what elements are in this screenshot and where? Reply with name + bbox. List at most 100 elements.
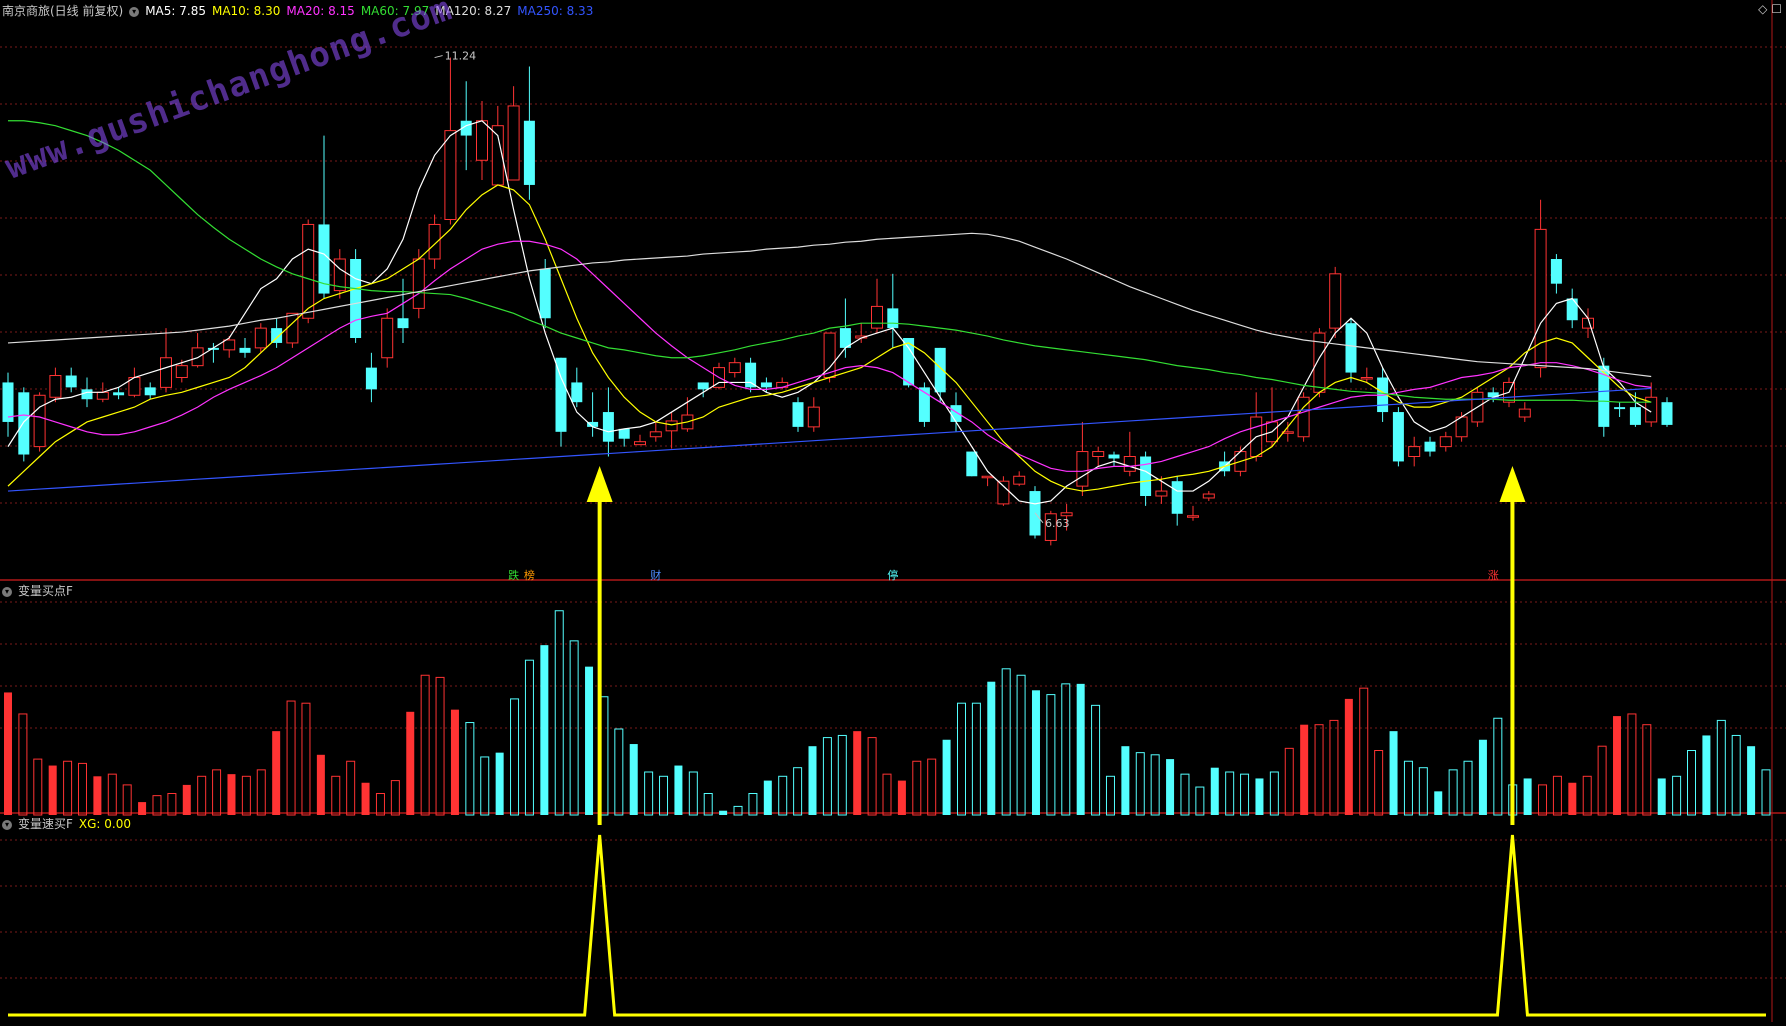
volume-bar xyxy=(435,676,445,816)
volume-bar xyxy=(1747,746,1756,815)
ma-line-ma5 xyxy=(7,120,1652,505)
candle-body xyxy=(175,365,188,378)
main-panel-header: 南京商旅(日线 前复权) ▾ MA5: 7.85 MA10: 8.30 MA20: 8.… xyxy=(2,2,605,20)
volume-bar xyxy=(346,760,356,816)
candle-body xyxy=(1123,456,1136,472)
volume-bar xyxy=(167,793,177,816)
candle-body xyxy=(412,258,425,309)
candle-body xyxy=(144,387,156,396)
volume-bar xyxy=(822,737,832,816)
candle-body xyxy=(81,389,93,400)
volume-bar xyxy=(1105,775,1115,816)
volume-bar xyxy=(1672,775,1682,816)
volume-bar xyxy=(674,765,683,815)
volume-bar xyxy=(688,771,698,816)
candle-body xyxy=(871,305,883,329)
volume-bar xyxy=(138,802,147,815)
volume-bar xyxy=(4,692,12,815)
candle-body xyxy=(602,412,614,442)
candle-body xyxy=(697,382,709,390)
volume-bar xyxy=(1568,782,1577,815)
volume-bar xyxy=(927,758,937,816)
volume-bar xyxy=(1329,719,1339,816)
volume-bar xyxy=(152,795,162,816)
volume-bar xyxy=(197,775,207,816)
volume-bar xyxy=(1210,767,1219,815)
volume-bar xyxy=(122,784,132,816)
volume-bar xyxy=(1121,746,1130,815)
volume-bar xyxy=(1702,735,1711,815)
volume-bar xyxy=(1269,771,1279,816)
candle-body xyxy=(649,431,662,438)
volume-bar xyxy=(406,711,415,815)
volume-bar xyxy=(853,731,862,815)
stock-chart-canvas[interactable]: 11.24 6.63 跌榜 财 停 涨 xyxy=(0,0,1786,1025)
volume-bar xyxy=(375,793,385,816)
candle-body xyxy=(1566,298,1578,321)
panel2-title: 变量买点F xyxy=(18,584,73,598)
volume-bar xyxy=(1374,750,1384,816)
panel3-header: ▾ 变量速买F XG: 0.00 xyxy=(2,815,137,833)
volume-bar xyxy=(1091,704,1101,816)
volume-bar xyxy=(1731,734,1741,816)
candle-body xyxy=(1060,512,1073,517)
volume-bar xyxy=(77,762,87,816)
ma-legend-item-2: MA20: 8.15 xyxy=(286,4,355,18)
candle-body xyxy=(634,441,646,446)
volume-bar xyxy=(107,773,117,816)
panel2-toggle-icon[interactable]: ▾ xyxy=(2,586,12,597)
volume-bar xyxy=(480,756,490,816)
diamond-icon[interactable]: ◇ xyxy=(1758,2,1767,16)
candle-body xyxy=(191,347,204,367)
volume-bar xyxy=(1135,752,1145,816)
volume-bar xyxy=(629,744,638,815)
volume-bar xyxy=(1657,778,1666,815)
candle-body xyxy=(397,318,409,329)
candle-body xyxy=(33,394,46,448)
panel3-value: XG: 0.00 xyxy=(78,817,132,831)
square-icon[interactable]: ☐ xyxy=(1771,2,1782,16)
volume-bar xyxy=(212,769,222,816)
volume-bar xyxy=(1150,754,1160,816)
candle-body xyxy=(350,259,362,338)
volume-bar xyxy=(956,702,966,816)
candle-body xyxy=(665,420,678,432)
event-label: 榜 xyxy=(524,568,535,582)
volume-bar xyxy=(614,728,624,816)
volume-bar xyxy=(1582,775,1592,816)
candle-body xyxy=(950,405,962,422)
candle-body xyxy=(523,120,535,185)
volume-bar xyxy=(793,767,803,816)
volume-bar xyxy=(524,659,534,816)
volume-bar xyxy=(942,739,951,815)
volume-bar xyxy=(510,698,520,816)
volume-bar xyxy=(1180,773,1190,816)
price-annotation: 6.63 xyxy=(1045,517,1070,530)
settings-toggle-icon[interactable]: ▾ xyxy=(129,6,140,17)
volume-bar xyxy=(93,776,102,815)
event-label: 财 xyxy=(650,568,661,582)
volume-bar xyxy=(1016,674,1026,816)
volume-bar xyxy=(1046,694,1056,816)
candle-body xyxy=(1424,441,1436,452)
panel3-toggle-icon[interactable]: ▾ xyxy=(2,819,12,830)
volume-bar xyxy=(182,784,191,815)
ma-legend-item-5: MA250: 8.33 xyxy=(517,4,594,18)
candle-body xyxy=(807,406,820,428)
chart-stage[interactable]: 11.24 6.63 跌榜 财 停 涨 南京商旅(日线 前复权) ▾ MA5: 7.85 MA1… xyxy=(0,0,1786,1025)
volume-bar xyxy=(18,713,28,816)
volume-bar xyxy=(390,780,400,816)
volume-bar xyxy=(1389,731,1398,815)
volume-bar xyxy=(540,645,549,815)
volume-bar xyxy=(897,780,906,815)
candle-body xyxy=(381,317,394,359)
volume-bar xyxy=(808,746,817,815)
signal-arrow-head xyxy=(586,466,613,502)
volume-bar xyxy=(1627,713,1637,816)
candle-body xyxy=(1392,412,1404,462)
volume-bar xyxy=(1001,668,1011,816)
volume-bar xyxy=(987,681,996,815)
volume-bar xyxy=(33,758,43,816)
volume-bar xyxy=(585,666,594,815)
volume-bar xyxy=(703,793,713,816)
